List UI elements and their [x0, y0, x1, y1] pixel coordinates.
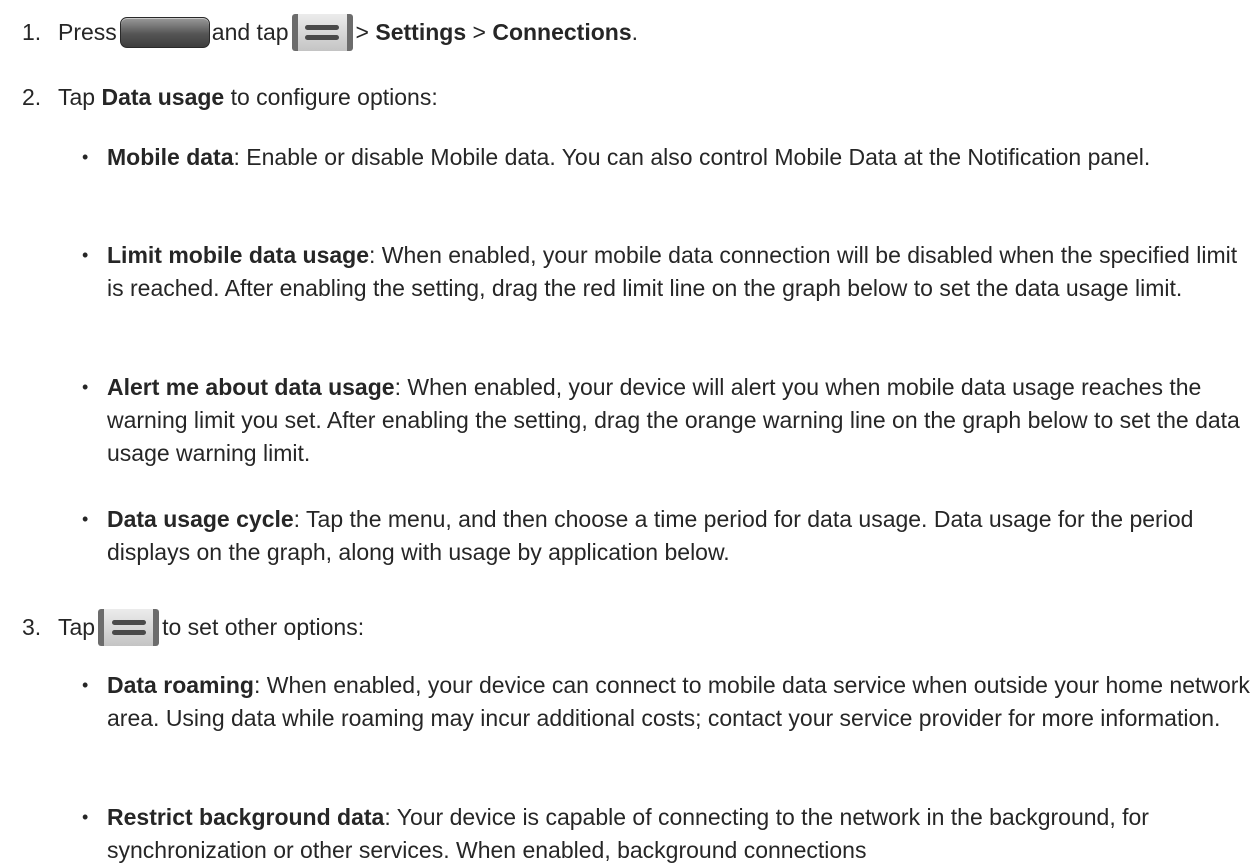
bullet-item-restrict-background-data: • Restrict background data: Your device … [82, 801, 1252, 867]
step-text: to configure options: [230, 84, 438, 110]
bullet-term: Limit mobile data usage [107, 242, 369, 268]
step-text: to set other options: [162, 614, 365, 640]
bullet-item-data-roaming: • Data roaming: When enabled, your devic… [82, 669, 1252, 735]
step-text-tap: Tap [58, 84, 96, 110]
bullet-term: Restrict background data [107, 804, 385, 830]
separator: > [355, 19, 369, 45]
bullet-icon: • [82, 509, 89, 529]
bullet-term: Data usage cycle [107, 506, 294, 532]
separator: > [472, 19, 486, 45]
step-2: 2. Tap Data usage to configure options: [0, 81, 438, 114]
connections-term: Connections [492, 19, 632, 45]
bullet-item-data-usage-cycle: • Data usage cycle: Tap the menu, and th… [82, 503, 1252, 569]
settings-term: Settings [375, 19, 467, 45]
menu-key-icon [98, 609, 160, 646]
step-text-tap: Tap [58, 614, 96, 640]
bullet-item-mobile-data: • Mobile data: Enable or disable Mobile … [82, 141, 1252, 174]
bullet-item-alert-data-usage: • Alert me about data usage: When enable… [82, 371, 1252, 470]
step-number: 2. [22, 84, 42, 110]
step-number: 1. [22, 19, 42, 45]
bullet-icon: • [82, 675, 89, 695]
home-key-icon [119, 17, 210, 48]
bullet-term: Alert me about data usage [107, 374, 395, 400]
bullet-icon: • [82, 807, 89, 827]
bullet-icon: • [82, 377, 89, 397]
bullet-item-limit-mobile-data: • Limit mobile data usage: When enabled,… [82, 239, 1252, 305]
step-number: 3. [22, 614, 42, 640]
step-3: 3. Tap to set other options: [0, 609, 364, 646]
step-text-press: Press [58, 19, 117, 45]
data-usage-term: Data usage [101, 84, 225, 110]
step-1: 1. Press and tap > Settings > Connection… [0, 14, 638, 51]
bullet-desc: : When enabled, your device can connect … [107, 672, 1250, 731]
bullet-term: Data roaming [107, 672, 254, 698]
menu-key-icon [291, 14, 353, 51]
period: . [631, 19, 638, 45]
bullet-term: Mobile data [107, 144, 234, 170]
bullet-icon: • [82, 147, 89, 167]
bullet-icon: • [82, 245, 89, 265]
bullet-desc: : Enable or disable Mobile data. You can… [233, 144, 1151, 170]
step-text-and-tap: and tap [211, 19, 289, 45]
